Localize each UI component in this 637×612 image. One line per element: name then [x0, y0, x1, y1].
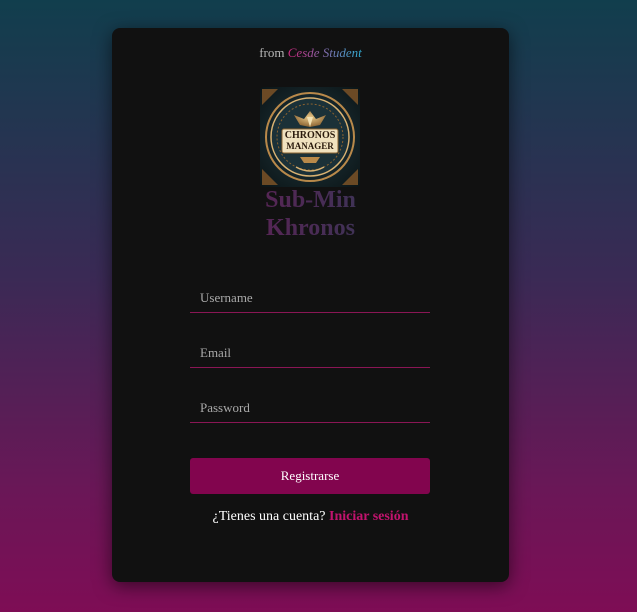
logo-text-line2: MANAGER [286, 141, 334, 151]
app-title-line2: Khronos [266, 215, 355, 241]
chronos-manager-logo: CHRONOS MANAGER [260, 87, 360, 187]
from-prefix: from [259, 45, 285, 60]
email-input[interactable] [190, 342, 430, 368]
brand-name: Cesde Student [287, 45, 362, 60]
register-button[interactable]: Registrarse [190, 458, 430, 494]
username-input[interactable] [190, 287, 430, 313]
password-input[interactable] [190, 397, 430, 423]
register-card: from Cesde Student CHRONOS MANAGER Sub-M… [112, 28, 509, 582]
app-title-line1: Sub-Min [265, 187, 356, 213]
from-line: from Cesde Student [112, 45, 509, 61]
app-title: Sub-Min Khronos [112, 186, 509, 242]
login-prompt: ¿Tienes una cuenta? Iniciar sesión [112, 509, 509, 525]
logo-text-line1: CHRONOS [284, 130, 336, 141]
login-question: ¿Tienes una cuenta? [212, 509, 326, 524]
login-link[interactable]: Iniciar sesión [329, 509, 408, 524]
